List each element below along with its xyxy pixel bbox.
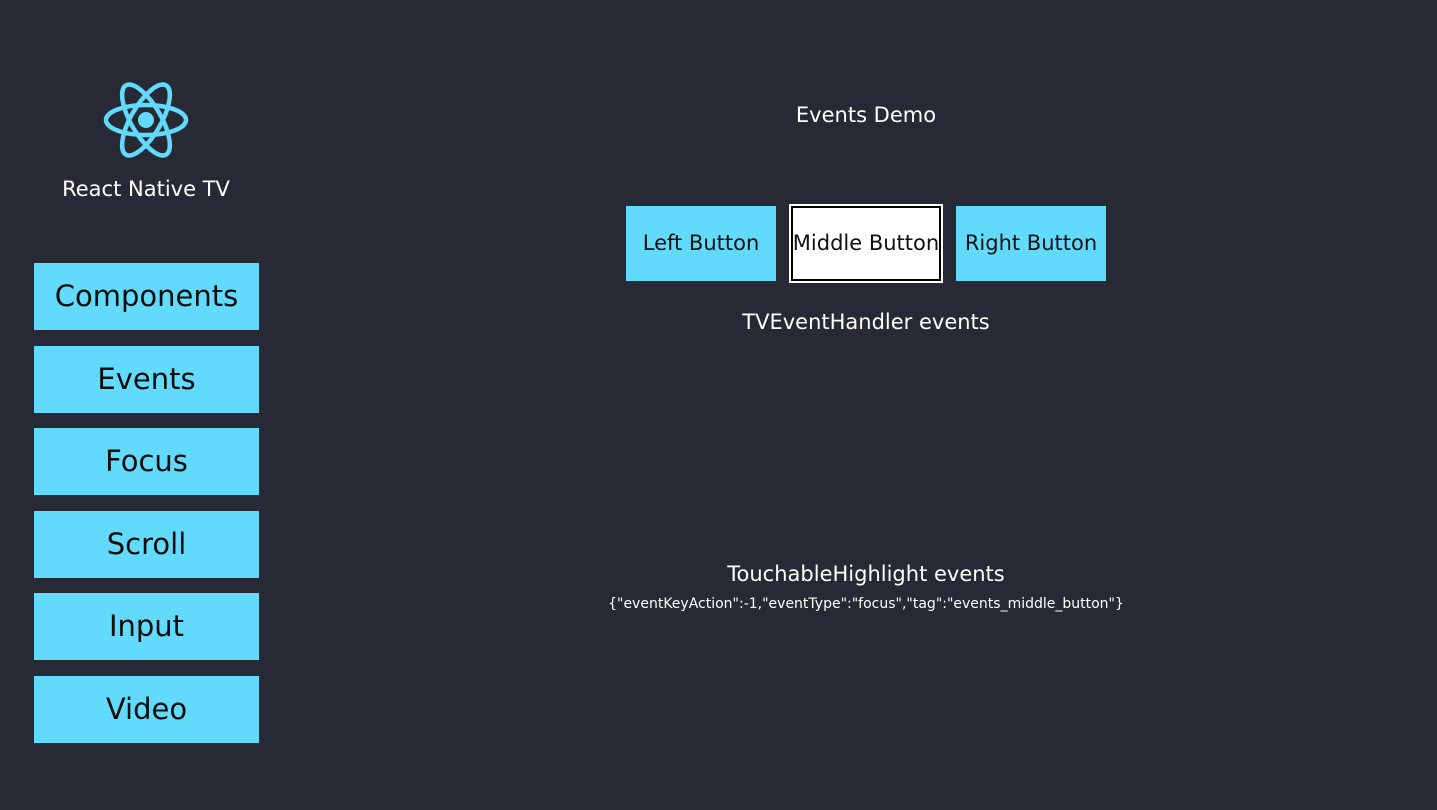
left-button[interactable]: Left Button [626, 206, 776, 281]
right-button[interactable]: Right Button [956, 206, 1106, 281]
app-window: React Native TV Components Events Focus … [0, 0, 1437, 810]
sidebar-nav: Components Events Focus Scroll Input Vid… [34, 263, 259, 758]
sidebar-item-scroll[interactable]: Scroll [34, 510, 259, 578]
sidebar-item-events[interactable]: Events [34, 345, 259, 413]
sidebar-item-components[interactable]: Components [34, 263, 259, 330]
react-logo-icon [102, 80, 190, 160]
sidebar-item-video[interactable]: Video [34, 675, 259, 743]
main-content: Events Demo Left Button Middle Button Ri… [292, 0, 1437, 810]
sidebar-item-input[interactable]: Input [34, 593, 259, 660]
sidebar: React Native TV Components Events Focus … [0, 0, 292, 810]
touchable-highlight-event-log: {"eventKeyAction":-1,"eventType":"focus"… [608, 596, 1124, 612]
tv-event-handler-label: TVEventHandler events [742, 310, 990, 334]
app-title: React Native TV [62, 177, 230, 201]
sidebar-item-focus[interactable]: Focus [34, 428, 259, 495]
middle-button[interactable]: Middle Button [789, 204, 943, 283]
touchable-highlight-label: TouchableHighlight events [727, 562, 1005, 586]
page-title: Events Demo [795, 103, 937, 127]
